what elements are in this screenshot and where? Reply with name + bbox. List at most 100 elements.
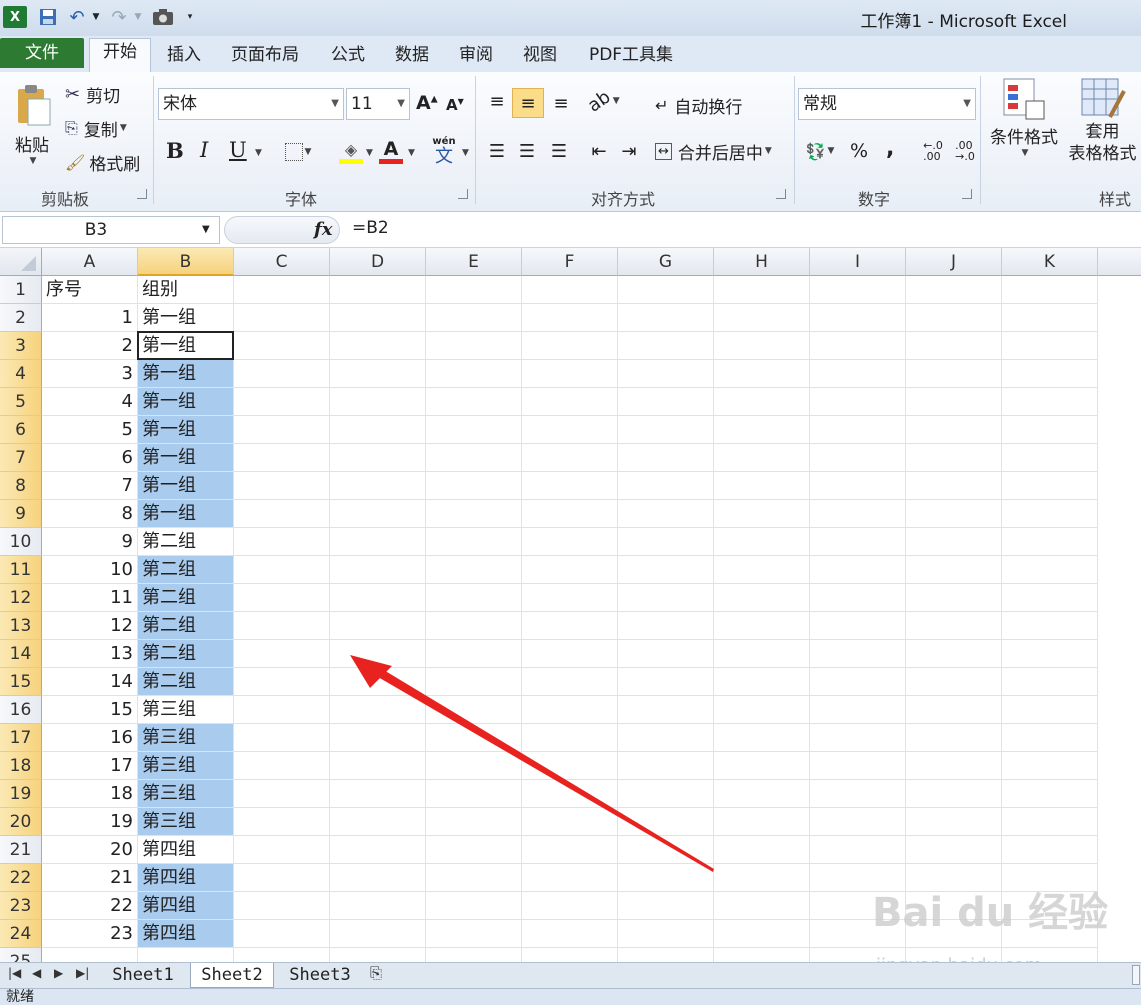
cell-e11[interactable] (426, 556, 522, 584)
cell-g5[interactable] (618, 388, 714, 416)
font-color-button[interactable]: A (376, 134, 406, 168)
cell-c12[interactable] (234, 584, 330, 612)
cell-f1[interactable] (522, 276, 618, 304)
cell-h9[interactable] (714, 500, 810, 528)
cell-g12[interactable] (618, 584, 714, 612)
save-icon[interactable] (36, 6, 60, 28)
cell-f11[interactable] (522, 556, 618, 584)
cell-k15[interactable] (1002, 668, 1098, 696)
cell-c6[interactable] (234, 416, 330, 444)
name-box-dropdown-icon[interactable]: ▼ (202, 224, 210, 235)
cell-d23[interactable] (330, 892, 426, 920)
cell-d2[interactable] (330, 304, 426, 332)
clipboard-launcher-icon[interactable] (137, 189, 147, 199)
bold-button[interactable]: B (166, 138, 184, 163)
tab-formulas[interactable]: 公式 (320, 42, 376, 70)
cell-b10[interactable]: 第二组 (138, 528, 234, 556)
cell-d8[interactable] (330, 472, 426, 500)
cell-g2[interactable] (618, 304, 714, 332)
cell-b6[interactable]: 第一组 (138, 416, 234, 444)
merge-center-button[interactable]: ↔ 合并后居中 ▼ (654, 136, 790, 166)
column-header-b[interactable]: B (138, 248, 234, 276)
cell-g9[interactable] (618, 500, 714, 528)
cell-g8[interactable] (618, 472, 714, 500)
cell-h17[interactable] (714, 724, 810, 752)
first-sheet-icon[interactable]: |◀ (8, 966, 21, 980)
cell-e12[interactable] (426, 584, 522, 612)
cell-e3[interactable] (426, 332, 522, 360)
alignment-launcher-icon[interactable] (776, 189, 786, 199)
cell-j12[interactable] (906, 584, 1002, 612)
cell-g7[interactable] (618, 444, 714, 472)
cell-j2[interactable] (906, 304, 1002, 332)
cell-k10[interactable] (1002, 528, 1098, 556)
cell-c22[interactable] (234, 864, 330, 892)
cell-h24[interactable] (714, 920, 810, 948)
cell-e4[interactable] (426, 360, 522, 388)
column-header-a[interactable]: A (42, 248, 138, 276)
orientation-button[interactable]: ab ▼ (584, 86, 624, 116)
cut-button[interactable]: ✂ 剪切 (64, 80, 146, 108)
cell-h21[interactable] (714, 836, 810, 864)
cell-j5[interactable] (906, 388, 1002, 416)
cell-b17[interactable]: 第三组 (138, 724, 234, 752)
cell-h10[interactable] (714, 528, 810, 556)
select-all-corner[interactable] (0, 248, 42, 276)
align-bottom-button[interactable]: ≡ (546, 88, 576, 118)
cell-b24[interactable]: 第四组 (138, 920, 234, 948)
column-header-f[interactable]: F (522, 248, 618, 276)
percent-style-button[interactable]: % (850, 140, 868, 162)
cell-c20[interactable] (234, 808, 330, 836)
row-header[interactable]: 24 (0, 920, 42, 948)
row-header[interactable]: 4 (0, 360, 42, 388)
column-header-d[interactable]: D (330, 248, 426, 276)
cell-c14[interactable] (234, 640, 330, 668)
cell-d1[interactable] (330, 276, 426, 304)
cell-i7[interactable] (810, 444, 906, 472)
italic-button[interactable]: I (200, 138, 208, 162)
cell-k13[interactable] (1002, 612, 1098, 640)
cell-b19[interactable]: 第三组 (138, 780, 234, 808)
cell-i5[interactable] (810, 388, 906, 416)
cell-a1[interactable]: 序号 (42, 276, 138, 304)
cell-c24[interactable] (234, 920, 330, 948)
cell-f7[interactable] (522, 444, 618, 472)
cell-j15[interactable] (906, 668, 1002, 696)
column-header-k[interactable]: K (1002, 248, 1098, 276)
cell-a19[interactable]: 18 (42, 780, 138, 808)
cell-h4[interactable] (714, 360, 810, 388)
tab-home[interactable]: 开始 (89, 38, 151, 72)
cell-e25[interactable] (426, 948, 522, 962)
cell-b16[interactable]: 第三组 (138, 696, 234, 724)
row-header[interactable]: 19 (0, 780, 42, 808)
cell-b1[interactable]: 组别 (138, 276, 234, 304)
cell-d4[interactable] (330, 360, 426, 388)
sheet-tab-sheet3[interactable]: Sheet3 (278, 963, 362, 988)
row-header[interactable]: 23 (0, 892, 42, 920)
row-header[interactable]: 20 (0, 808, 42, 836)
cell-a24[interactable]: 23 (42, 920, 138, 948)
comma-style-button[interactable]: , (886, 136, 894, 161)
cell-b15[interactable]: 第二组 (138, 668, 234, 696)
cell-j6[interactable] (906, 416, 1002, 444)
redo-dropdown-icon[interactable]: ▼ (132, 6, 144, 28)
cell-i10[interactable] (810, 528, 906, 556)
row-header[interactable]: 1 (0, 276, 42, 304)
cell-a12[interactable]: 11 (42, 584, 138, 612)
font-launcher-icon[interactable] (458, 189, 468, 199)
cell-b21[interactable]: 第四组 (138, 836, 234, 864)
cell-j13[interactable] (906, 612, 1002, 640)
cell-c1[interactable] (234, 276, 330, 304)
cell-h19[interactable] (714, 780, 810, 808)
cell-i16[interactable] (810, 696, 906, 724)
row-header[interactable]: 18 (0, 752, 42, 780)
number-launcher-icon[interactable] (962, 189, 972, 199)
cell-j10[interactable] (906, 528, 1002, 556)
cell-f23[interactable] (522, 892, 618, 920)
cell-d13[interactable] (330, 612, 426, 640)
cell-k17[interactable] (1002, 724, 1098, 752)
cell-h14[interactable] (714, 640, 810, 668)
phonetic-dropdown-icon[interactable]: ▼ (462, 148, 469, 158)
align-right-button[interactable]: ☰ (544, 136, 574, 166)
cell-b13[interactable]: 第二组 (138, 612, 234, 640)
